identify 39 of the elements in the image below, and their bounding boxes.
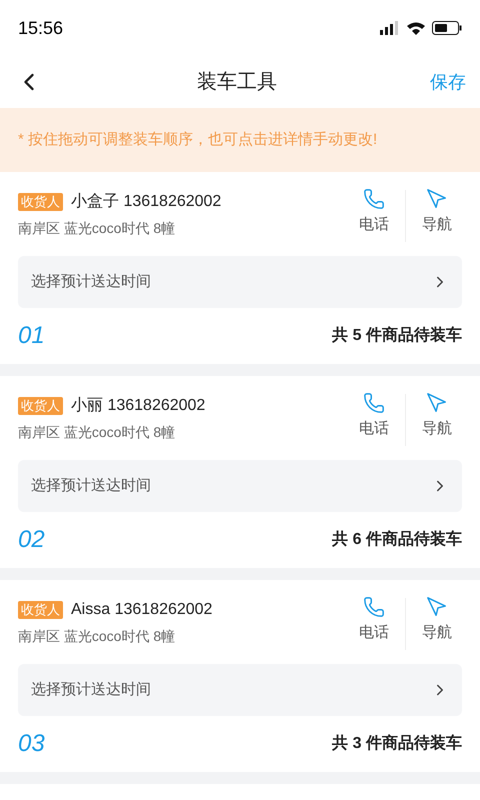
item-count: 共 5 件商品待装车 [332,325,462,346]
signal-icon [380,21,400,35]
order-number: 03 [18,730,45,758]
delivery-time-picker[interactable]: 选择预计送达时间 [18,460,462,512]
navigation-icon [426,188,448,210]
navigate-button[interactable]: 导航 [412,596,462,650]
phone-icon [363,188,385,210]
recipient-badge: 收货人 [18,601,63,619]
page-title: 装车工具 [197,70,277,95]
item-count: 共 6 件商品待装车 [332,529,462,550]
status-time: 15:56 [18,16,64,40]
order-card[interactable]: 收货人 Aissa 13618262002 南岸区 蓝光coco时代 8幢 电话 导航 选择预计送达时间 03 共 3 件商品待装车 [0,580,480,772]
delivery-time-picker[interactable]: 选择预计送达时间 [18,256,462,308]
order-card[interactable]: 收货人 小丽 13618262002 南岸区 蓝光coco时代 8幢 电话 导航 选择预计送达时间 02 共 6 件商品待装车 [0,376,480,568]
call-button[interactable]: 电话 [349,392,399,446]
recipient-name: 小盒子 13618262002 [71,192,222,212]
delivery-time-picker[interactable]: 选择预计送达时间 [18,664,462,716]
navigate-button[interactable]: 导航 [412,188,462,242]
order-number: 01 [18,322,45,350]
battery-icon [432,21,462,35]
wifi-icon [406,21,426,35]
address-text: 南岸区 蓝光coco时代 8幢 [18,423,176,442]
item-count: 共 3 件商品待装车 [332,733,462,754]
recipient-badge: 收货人 [18,193,63,211]
order-card[interactable]: 收货人 小盒子 13618262002 南岸区 蓝光coco时代 8幢 电话 导航 选择预计送达时间 01 共 5 件商品待装车 [0,172,480,364]
phone-icon [363,392,385,414]
phone-icon [363,596,385,618]
navigation-icon [426,392,448,414]
navigation-icon [426,596,448,618]
recipient-name: 小丽 13618262002 [71,396,206,416]
call-button[interactable]: 电话 [349,188,399,242]
notice-text: * 按住拖动可调整装车顺序，也可点击进详情手动更改! [18,130,378,150]
recipient-name: Aissa 13618262002 [71,600,212,620]
recipient-badge: 收货人 [18,397,63,415]
address-text: 南岸区 蓝光coco时代 8幢 [18,627,176,646]
call-button[interactable]: 电话 [349,596,399,650]
order-number: 02 [18,526,45,554]
address-text: 南岸区 蓝光coco时代 8幢 [18,219,176,238]
navigate-button[interactable]: 导航 [412,392,462,446]
